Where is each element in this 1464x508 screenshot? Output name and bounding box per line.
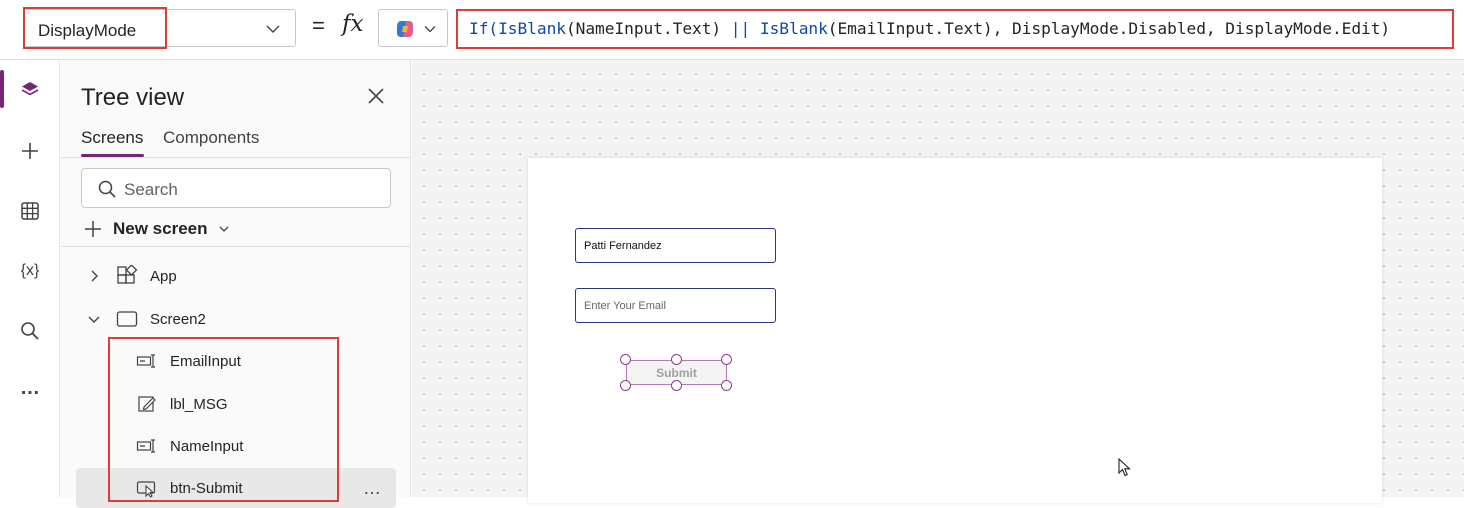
tab-components[interactable]: Components (163, 128, 259, 148)
resize-handle[interactable] (721, 354, 732, 365)
copilot-button[interactable] (378, 9, 448, 47)
email-input[interactable]: Enter Your Email (575, 288, 776, 323)
close-icon[interactable] (366, 86, 386, 106)
formula-token: If( (469, 19, 499, 38)
panel-title: Tree view (81, 84, 185, 111)
formula-token (750, 19, 760, 38)
divider (61, 246, 411, 247)
search-icon (98, 180, 116, 198)
tree-item-label: Screen2 (150, 310, 206, 328)
formula-text: If(IsBlank(NameInput.Text) || IsBlank(Em… (469, 19, 1390, 38)
mouse-cursor-icon (1118, 458, 1131, 477)
resize-handle[interactable] (620, 354, 631, 365)
new-screen-button[interactable]: New screen (83, 218, 230, 240)
more-icon[interactable]: … (17, 375, 43, 401)
tree-item-label: App (150, 267, 177, 285)
add-icon[interactable] (17, 138, 43, 164)
name-input[interactable]: Patti Fernandez (575, 228, 776, 263)
search-icon[interactable] (17, 318, 43, 344)
chevron-down-icon (424, 26, 436, 33)
more-options-icon[interactable]: … (363, 478, 382, 499)
layers-icon[interactable] (17, 77, 43, 103)
formula-token: (NameInput.Text) (565, 19, 731, 38)
rail-active-indicator (0, 70, 4, 108)
search-input[interactable]: Search (81, 168, 391, 208)
screen-icon (116, 311, 138, 327)
formula-token: IsBlank (759, 19, 828, 38)
design-canvas[interactable]: Patti Fernandez Enter Your Email Submit (412, 60, 1464, 503)
resize-handle[interactable] (671, 354, 682, 365)
app-screen[interactable]: Patti Fernandez Enter Your Email Submit (528, 158, 1382, 503)
formula-token: IsBlank (498, 19, 566, 38)
table-icon[interactable] (17, 198, 43, 224)
left-rail: {x} … (0, 60, 60, 497)
app-icon (117, 265, 138, 284)
variables-icon[interactable]: {x} (17, 258, 43, 284)
resize-handle[interactable] (620, 380, 631, 391)
tab-screens[interactable]: Screens (81, 128, 143, 148)
chevron-down-icon (266, 25, 280, 33)
formula-bar: DisplayMode = fx If(IsBlank(NameInput.Te… (0, 0, 1464, 60)
search-placeholder: Search (124, 180, 178, 199)
formula-input[interactable]: If(IsBlank(NameInput.Text) || IsBlank(Em… (456, 9, 1454, 49)
chevron-down-icon (219, 226, 228, 232)
resize-handle[interactable] (721, 380, 732, 391)
divider (61, 157, 411, 158)
copilot-icon (397, 21, 413, 37)
equals-sign: = (312, 13, 325, 38)
formula-token: || (730, 19, 751, 38)
property-highlight-box (23, 7, 167, 49)
fx-icon[interactable]: fx (342, 11, 363, 37)
add-icon (85, 221, 101, 237)
children-highlight-box (108, 337, 339, 502)
tree-view-panel: Tree view Screens Components Search New … (61, 60, 411, 508)
new-screen-label: New screen (113, 219, 208, 238)
tree-item-screen2[interactable]: Screen2 (76, 299, 396, 339)
formula-token: (EmailInput.Text), DisplayMode.Disabled,… (827, 19, 1391, 38)
resize-handle[interactable] (671, 380, 682, 391)
chevron-down-icon[interactable] (86, 311, 102, 327)
chevron-right-icon[interactable] (86, 268, 102, 284)
tree-item-app[interactable]: App (76, 256, 396, 296)
